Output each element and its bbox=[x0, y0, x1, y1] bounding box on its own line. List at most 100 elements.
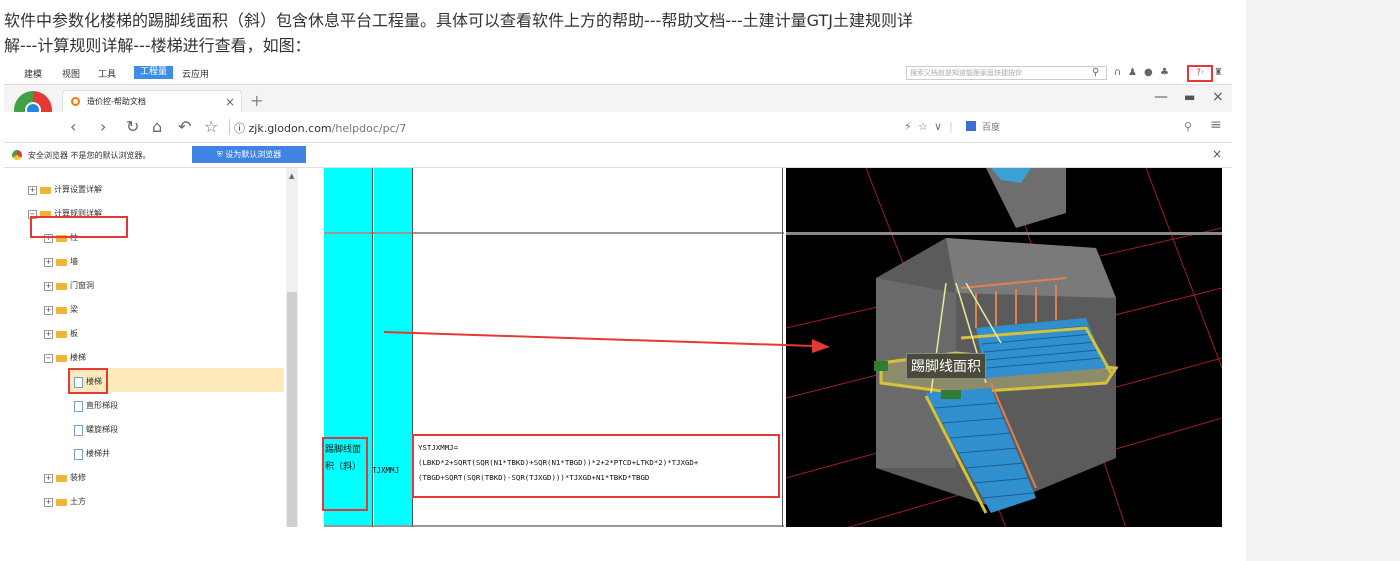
tree-scrollbar-thumb[interactable] bbox=[287, 292, 297, 527]
menu-view[interactable]: 视图 bbox=[62, 67, 80, 80]
menu-model[interactable]: 建模 bbox=[24, 67, 42, 80]
collapse-icon[interactable]: − bbox=[44, 353, 53, 363]
item-name-cell: 踢脚线面积（斜） bbox=[322, 437, 368, 511]
embedded-screenshot: 建模 视图 工具 工程量 云应用 搜索又档就是知道能跟家庭快捷按你 ⚲ ∩ ♟ … bbox=[4, 64, 1232, 527]
highlight-stairs-node bbox=[68, 368, 108, 394]
maximize-icon[interactable]: ▬ bbox=[1184, 90, 1195, 104]
navigation-bar: ‹ › ↻ ⌂ ↶ ☆ ⓘ zjk.glodon.com/helpdoc/pc/… bbox=[4, 112, 1232, 143]
tree-node[interactable]: + 计算设置详解 bbox=[28, 182, 102, 198]
set-default-label: 设为默认浏览器 bbox=[225, 150, 282, 159]
skirting-area-callout: 踢脚线面积 bbox=[906, 353, 986, 379]
folder-icon bbox=[56, 258, 67, 266]
tree-node[interactable]: + 梁 bbox=[44, 302, 78, 318]
forward-icon[interactable]: › bbox=[100, 117, 106, 136]
tree-node[interactable]: 螺旋梯段 bbox=[74, 422, 118, 438]
back-icon[interactable]: ‹ bbox=[70, 117, 76, 136]
menu-quantity[interactable]: 工程量 bbox=[134, 66, 174, 79]
home-icon[interactable]: ⌂ bbox=[152, 117, 162, 136]
tab-close-icon[interactable]: × bbox=[225, 91, 235, 113]
help-button[interactable]: ?· bbox=[1187, 65, 1213, 82]
item-code-cell: TJXMMJ bbox=[372, 466, 400, 475]
menu-cloud[interactable]: 云应用 bbox=[182, 67, 209, 80]
minimize-icon[interactable]: — bbox=[1154, 89, 1168, 105]
tree-node-label: 楼梯井 bbox=[86, 449, 110, 458]
arrow-line bbox=[384, 331, 815, 347]
tree-node[interactable]: + 土方 bbox=[44, 494, 86, 510]
expand-icon[interactable]: + bbox=[44, 305, 53, 315]
close-window-icon[interactable]: × bbox=[1212, 89, 1224, 105]
scroll-up-icon[interactable]: ▲ bbox=[289, 172, 294, 180]
tree-node-label: 直形梯段 bbox=[86, 401, 118, 410]
tree-node-label: 螺旋梯段 bbox=[86, 425, 118, 434]
expand-icon[interactable]: + bbox=[44, 473, 53, 483]
upper-stair-wall bbox=[986, 168, 1066, 228]
tree-node-label: 墙 bbox=[70, 257, 78, 266]
tree-node[interactable]: 楼梯井 bbox=[74, 446, 110, 462]
view-divider bbox=[786, 232, 1222, 235]
tab-favicon-icon bbox=[71, 97, 80, 106]
tree-node-label: 楼梯 bbox=[70, 353, 86, 362]
default-browser-infobar: 安全浏览器 不是您的默认浏览器。 ⛨ 设为默认浏览器 × bbox=[4, 143, 1232, 168]
tree-node[interactable]: 直形梯段 bbox=[74, 398, 118, 414]
undo-icon[interactable]: ↶ bbox=[178, 117, 191, 136]
favorite-icon[interactable]: ☆ bbox=[918, 120, 928, 133]
browser-tab[interactable]: 造价控-帮助文档 × bbox=[62, 90, 242, 113]
search-icon-nav[interactable]: ⚲ bbox=[1184, 120, 1192, 133]
expand-icon[interactable]: + bbox=[44, 329, 53, 339]
tree-node[interactable]: + 板 bbox=[44, 326, 78, 342]
tree-node[interactable]: + 门窗洞 bbox=[44, 278, 94, 294]
baidu-icon bbox=[966, 121, 976, 131]
infobar-message: 安全浏览器 不是您的默认浏览器。 bbox=[28, 151, 151, 160]
chat-icon[interactable]: ● bbox=[1144, 67, 1153, 78]
headset-icon[interactable]: ∩ bbox=[1114, 67, 1121, 78]
tree-node-label: 土方 bbox=[70, 497, 86, 506]
formula-line: YSTJXMMJ= bbox=[418, 443, 459, 452]
new-tab-icon[interactable]: + bbox=[250, 91, 263, 110]
article-line-2: 解---计算规则详解---楼梯进行查看，如图： bbox=[4, 36, 311, 55]
document-icon bbox=[74, 400, 83, 412]
divider: | bbox=[949, 120, 953, 133]
folder-icon bbox=[56, 474, 67, 482]
folder-icon bbox=[56, 498, 67, 506]
shield-icon: ⛨ bbox=[216, 150, 226, 159]
pointer-arrow bbox=[384, 331, 830, 353]
browser-window: 造价控-帮助文档 × + — ▬ × ‹ › ↻ ⌂ ↶ ☆ ⓘ zjk.glo… bbox=[4, 84, 1232, 527]
expand-icon[interactable]: + bbox=[44, 257, 53, 267]
infobar-close-icon[interactable]: × bbox=[1212, 147, 1222, 161]
expand-icon[interactable]: + bbox=[44, 497, 53, 507]
folder-icon bbox=[56, 282, 67, 290]
bookmark-star-icon[interactable]: ☆ bbox=[204, 117, 218, 136]
stair-3d-view bbox=[786, 168, 1222, 527]
address-bar[interactable]: ⓘ zjk.glodon.com/helpdoc/pc/7 bbox=[234, 120, 406, 136]
article-paragraph: 软件中参数化楼梯的踢脚线面积（斜）包含休息平台工程量。具体可以查看软件上方的帮助… bbox=[4, 8, 1240, 58]
menu-icon[interactable]: ≡ bbox=[1210, 117, 1222, 133]
tree-node-label: 计算设置详解 bbox=[54, 185, 102, 194]
landing-beam bbox=[941, 390, 961, 399]
shirt-icon[interactable]: ♜ bbox=[1214, 67, 1223, 78]
tree-node[interactable]: + 墙 bbox=[44, 254, 78, 270]
set-default-button[interactable]: ⛨ 设为默认浏览器 bbox=[192, 146, 306, 163]
tree-node-label: 板 bbox=[70, 329, 78, 338]
app-search-input[interactable]: 搜索又档就是知道能跟家庭快捷按你 bbox=[906, 66, 1107, 80]
dropdown-icon[interactable]: ∨ bbox=[934, 120, 942, 133]
table-row-divider-bottom bbox=[324, 525, 784, 527]
tab-bar: 造价控-帮助文档 × + — ▬ × bbox=[4, 85, 1232, 113]
tree-node-label: 装修 bbox=[70, 473, 86, 482]
bell-icon[interactable]: ♟ bbox=[1128, 67, 1137, 78]
user-icon[interactable]: ♣ bbox=[1160, 67, 1169, 78]
url-domain: zjk.glodon.com bbox=[248, 122, 332, 135]
url-path: /helpdoc/pc/7 bbox=[331, 122, 407, 135]
refresh-icon[interactable]: ↻ bbox=[126, 117, 139, 136]
lightning-icon[interactable]: ⚡ bbox=[904, 120, 912, 133]
tree-node[interactable]: − 楼梯 bbox=[44, 350, 86, 366]
search-icon[interactable]: ⚲ bbox=[1092, 67, 1099, 78]
expand-icon[interactable]: + bbox=[28, 185, 37, 195]
search-engine-label[interactable]: 百度 bbox=[982, 120, 1000, 133]
document-icon bbox=[74, 424, 83, 436]
highlight-rules-node bbox=[30, 216, 128, 238]
arrow-head bbox=[812, 339, 830, 353]
folder-icon bbox=[56, 354, 67, 362]
menu-tools[interactable]: 工具 bbox=[98, 67, 116, 80]
expand-icon[interactable]: + bbox=[44, 281, 53, 291]
tree-node[interactable]: + 装修 bbox=[44, 470, 86, 486]
